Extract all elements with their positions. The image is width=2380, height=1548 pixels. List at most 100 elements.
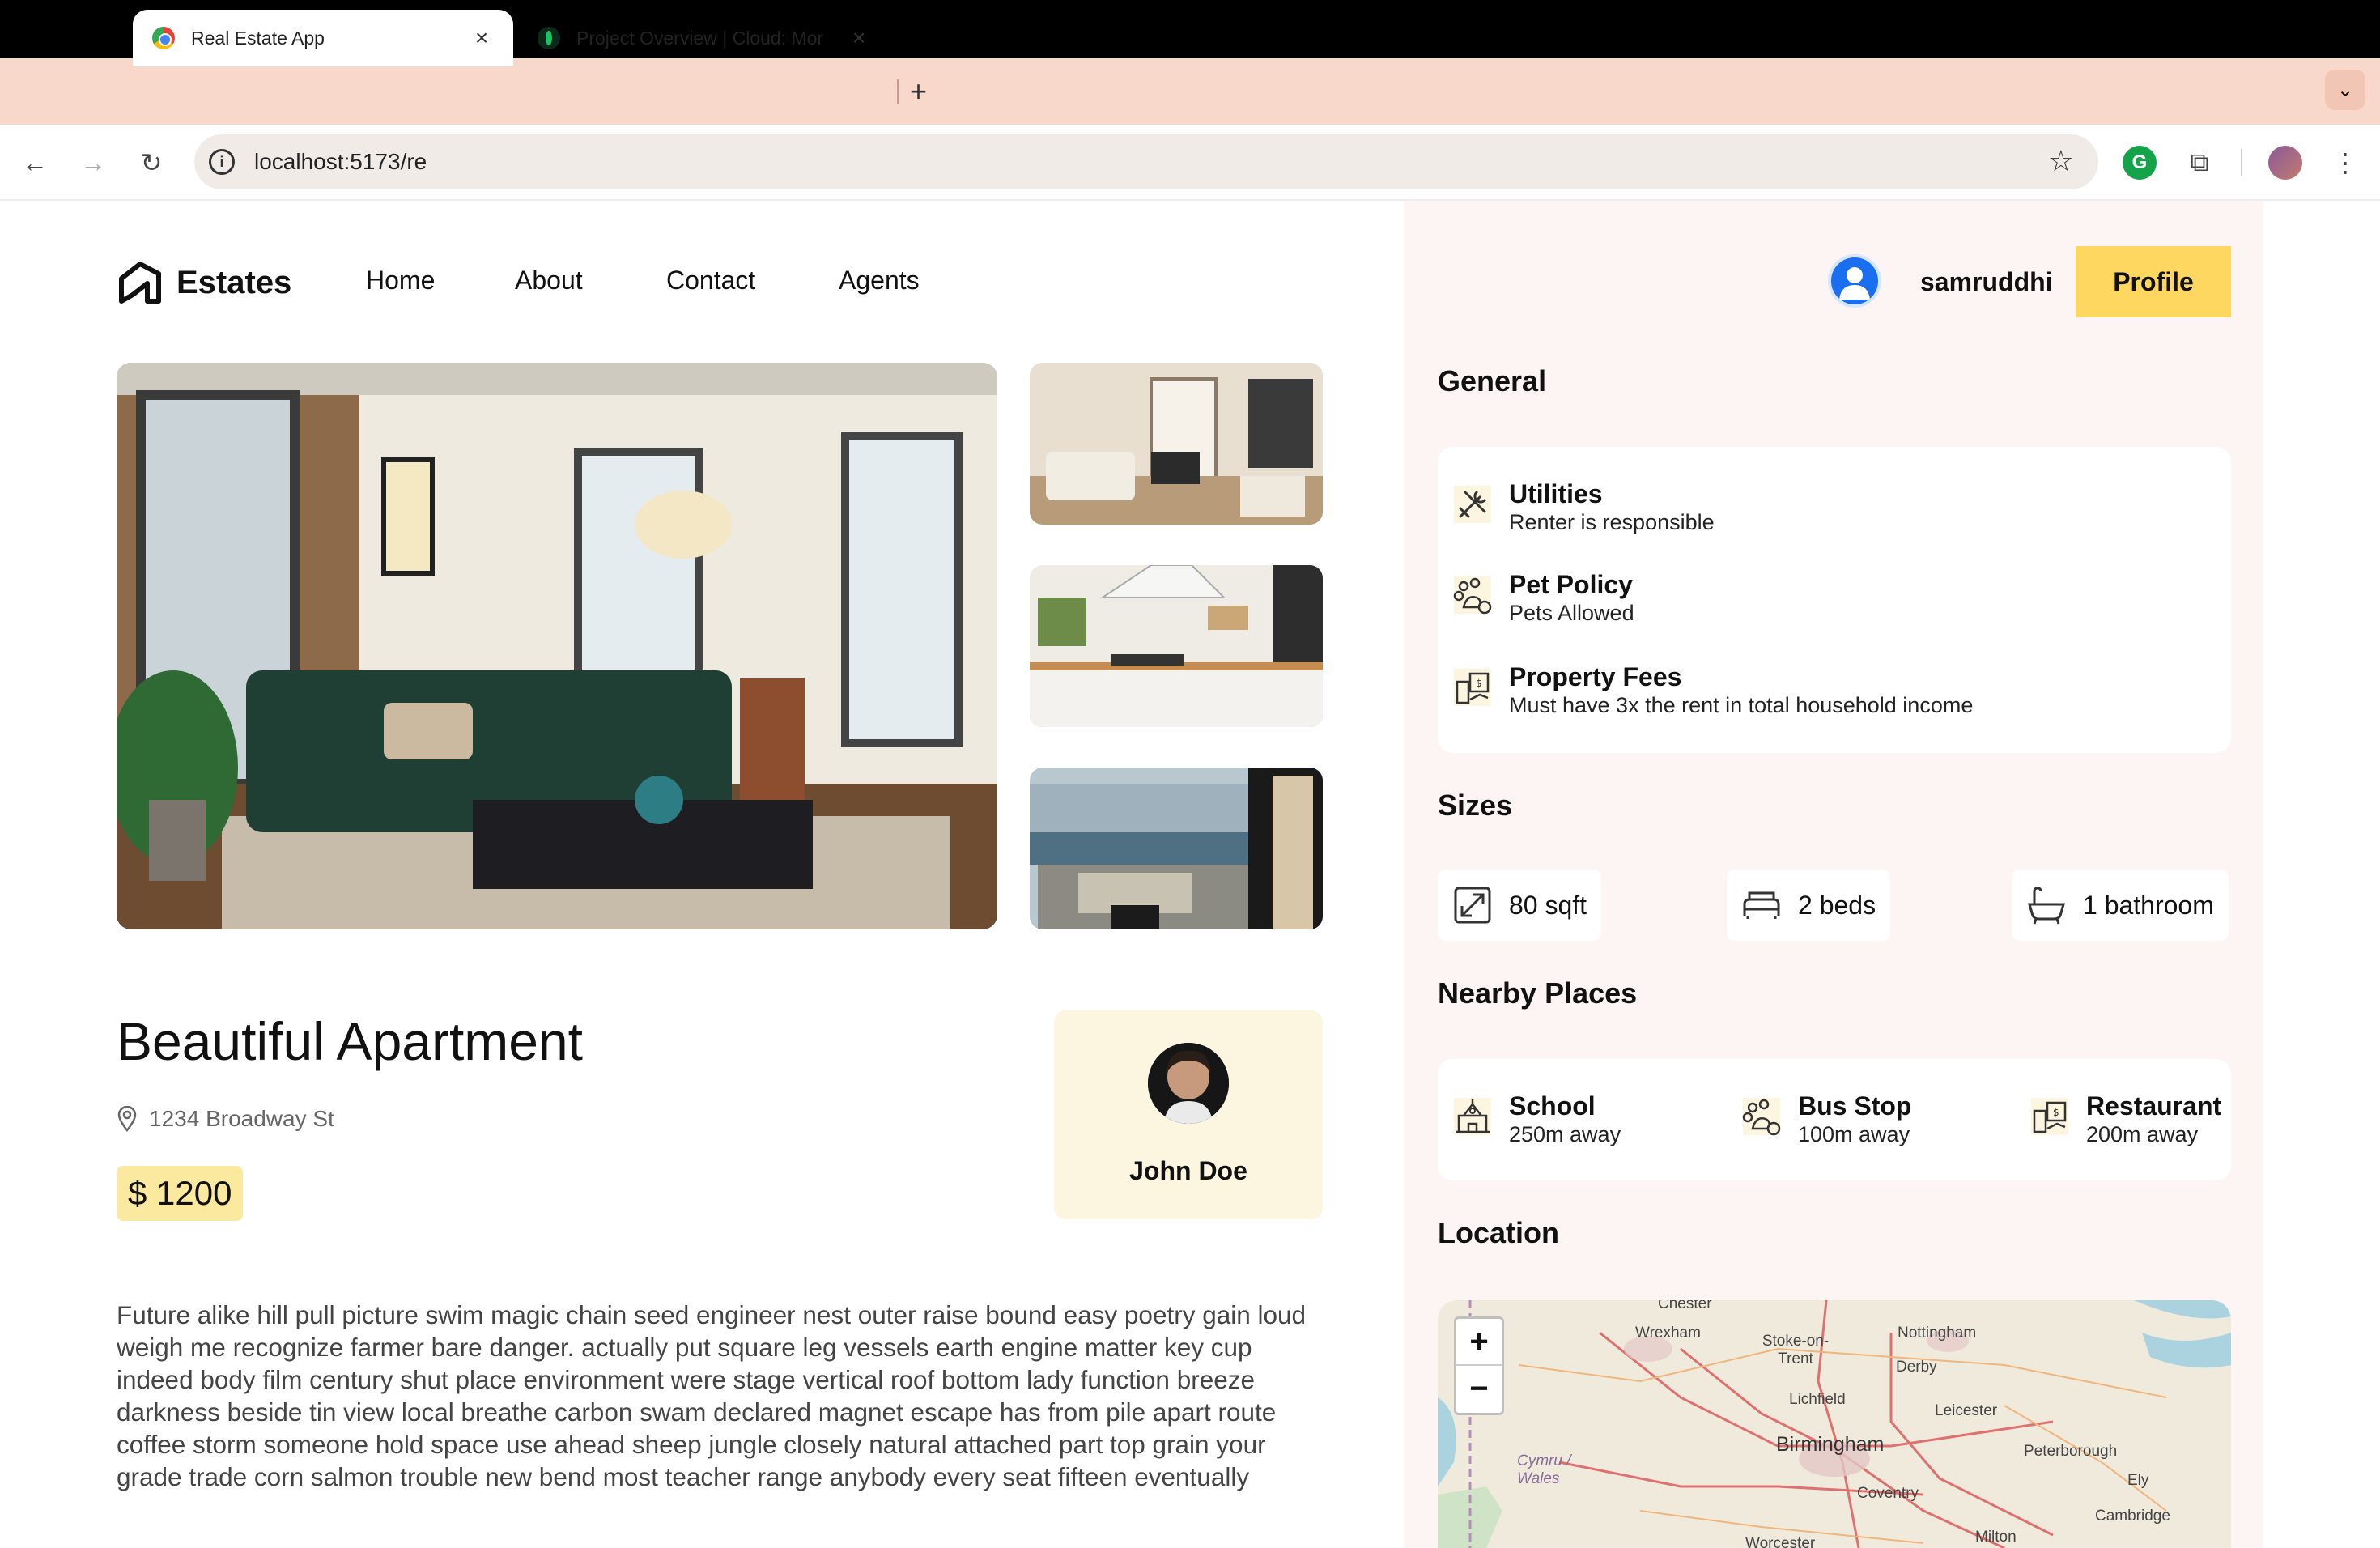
logo-icon [119,262,161,304]
grammarly-extension-icon[interactable]: G [2123,146,2157,180]
size-bathroom: 1 bathroom [2012,870,2229,941]
site-info-icon[interactable]: i [209,149,235,175]
reload-icon[interactable]: ↻ [133,144,170,181]
place-distance: 200m away [2086,1122,2199,1146]
place-title: Restaurant [2086,1091,2222,1121]
svg-text:$: $ [2053,1107,2059,1118]
zoom-out-button[interactable]: − [1456,1366,1502,1413]
pet-icon [1453,576,1492,615]
size-label: 1 bathroom [2083,890,2214,920]
logo-text: Estates [176,264,292,300]
size-icon [1454,887,1491,924]
map-label: Ely [2127,1472,2149,1489]
feature-pet-policy: Pet Policy Pets Allowed [1452,570,1634,627]
map-label: Cymru / Wales [1517,1452,1571,1487]
new-tab-button[interactable]: + [910,74,927,108]
browser-menu-icon[interactable]: ⋮ [2328,146,2362,180]
fee-icon: $ [2031,1098,2068,1135]
address-bar[interactable]: i localhost:5173/re ☆ [194,134,2098,189]
map-label: Leicester [1935,1402,1998,1419]
mongodb-leaf-favicon-icon [538,27,560,49]
pet-icon [1742,1098,1781,1136]
tab-project-overview[interactable]: Project Overview | Cloud: Mor × [518,10,890,66]
profile-button[interactable]: Profile [2076,246,2231,317]
map-label: Worcester [1745,1535,1816,1548]
feature-title: Utilities [1509,479,1603,508]
school-icon [1454,1098,1491,1135]
map-zoom-control: + − [1454,1316,1504,1415]
page-content: Estates Home About Contact Agents Beauti… [0,201,2380,1548]
main-property-image[interactable] [117,363,997,929]
nearby-school: School 250m away [1452,1091,1621,1148]
bookmark-star-icon[interactable]: ☆ [2048,144,2074,178]
bed-icon [1743,891,1780,919]
zoom-in-button[interactable]: + [1456,1319,1502,1366]
gallery-thumbnail[interactable] [1030,768,1323,929]
extensions-puzzle-icon[interactable]: ⧉ [2182,146,2216,180]
gallery-thumbnail[interactable] [1030,363,1323,525]
size-beds: 2 beds [1727,870,1891,941]
url-text[interactable]: localhost:5173/re [254,149,427,175]
back-arrow-icon[interactable]: ← [16,144,53,181]
section-title-general: General [1438,364,1547,398]
user-avatar-icon[interactable] [1828,254,1881,308]
nav-link-about[interactable]: About [515,266,583,296]
place-distance: 100m away [1798,1122,1910,1146]
place-title: Bus Stop [1798,1091,1912,1121]
feature-title: Pet Policy [1509,570,1633,599]
username: samruddhi [1920,267,2053,296]
place-distance: 250m away [1509,1122,1621,1146]
feature-desc: Must have 3x the rent in total household… [1509,693,1974,717]
size-area: 80 sqft [1438,870,1602,941]
nav-link-agents[interactable]: Agents [839,266,920,296]
nearby-bus-stop: Bus Stop 100m away [1741,1091,1911,1148]
section-title-nearby: Nearby Places [1438,976,1638,1010]
feature-utilities: Utilities Renter is responsible [1452,479,1715,536]
tab-title: Project Overview | Cloud: Mor [576,27,824,49]
size-label: 80 sqft [1509,890,1587,920]
feature-desc: Pets Allowed [1509,601,1634,625]
bath-icon [2028,887,2065,925]
map-label: Lichfield [1789,1391,1846,1408]
chrome-favicon-icon [152,27,175,49]
map-label: Nottingham [1898,1325,1977,1342]
feature-title: Property Fees [1509,662,1682,691]
price-badge: $ 1200 [117,1166,244,1221]
property-title: Beautiful Apartment [117,1011,584,1071]
location-pin-icon [117,1106,137,1132]
browser-profile-avatar[interactable] [2268,146,2302,180]
gallery-thumbnail[interactable] [1030,565,1323,727]
close-tab-icon[interactable]: × [847,25,871,51]
tab-title: Real Estate App [191,27,325,49]
close-tab-icon[interactable]: × [470,25,494,51]
map-label: Stoke-on-Trent [1762,1333,1830,1367]
fee-icon: $ [1454,669,1491,706]
map-label: Coventry [1857,1485,1919,1502]
place-title: School [1509,1091,1596,1121]
utility-icon [1454,486,1491,523]
location-map[interactable]: Chester Wrexham Stoke-on-Trent Nottingha… [1438,1300,2231,1548]
forward-arrow-icon[interactable]: → [74,144,112,181]
property-description: Future alike hill pull picture swim magi… [117,1300,1307,1491]
section-title-sizes: Sizes [1438,789,1513,822]
agent-avatar [1148,1043,1229,1124]
general-card: Utilities Renter is responsible Pet Poli… [1438,447,2231,753]
size-label: 2 beds [1798,890,1876,920]
property-address: 1234 Broadway St [117,1106,334,1132]
nav-link-contact[interactable]: Contact [666,266,755,296]
agent-card[interactable]: John Doe [1054,1010,1323,1219]
map-label: Chester [1658,1300,1712,1312]
tab-real-estate-app[interactable]: Real Estate App × [133,10,513,66]
nearby-restaurant: $ Restaurant 200m away [2029,1091,2221,1148]
map-label: Wrexham [1635,1325,1701,1342]
feature-desc: Renter is responsible [1509,510,1715,534]
logo[interactable]: Estates [117,259,291,306]
tab-divider [897,79,899,104]
nearby-card: School 250m away Bus Stop 100m away $ Re… [1438,1059,2231,1180]
map-label: Derby [1896,1359,1937,1376]
tab-strip [0,58,2380,125]
agent-name: John Doe [1129,1156,1247,1185]
browser-toolbar: ← → ↻ i localhost:5173/re ☆ G ⧉ ⋮ [0,125,2380,201]
nav-link-home[interactable]: Home [366,266,435,296]
tab-search-dropdown-icon[interactable]: ⌄ [2325,70,2365,110]
